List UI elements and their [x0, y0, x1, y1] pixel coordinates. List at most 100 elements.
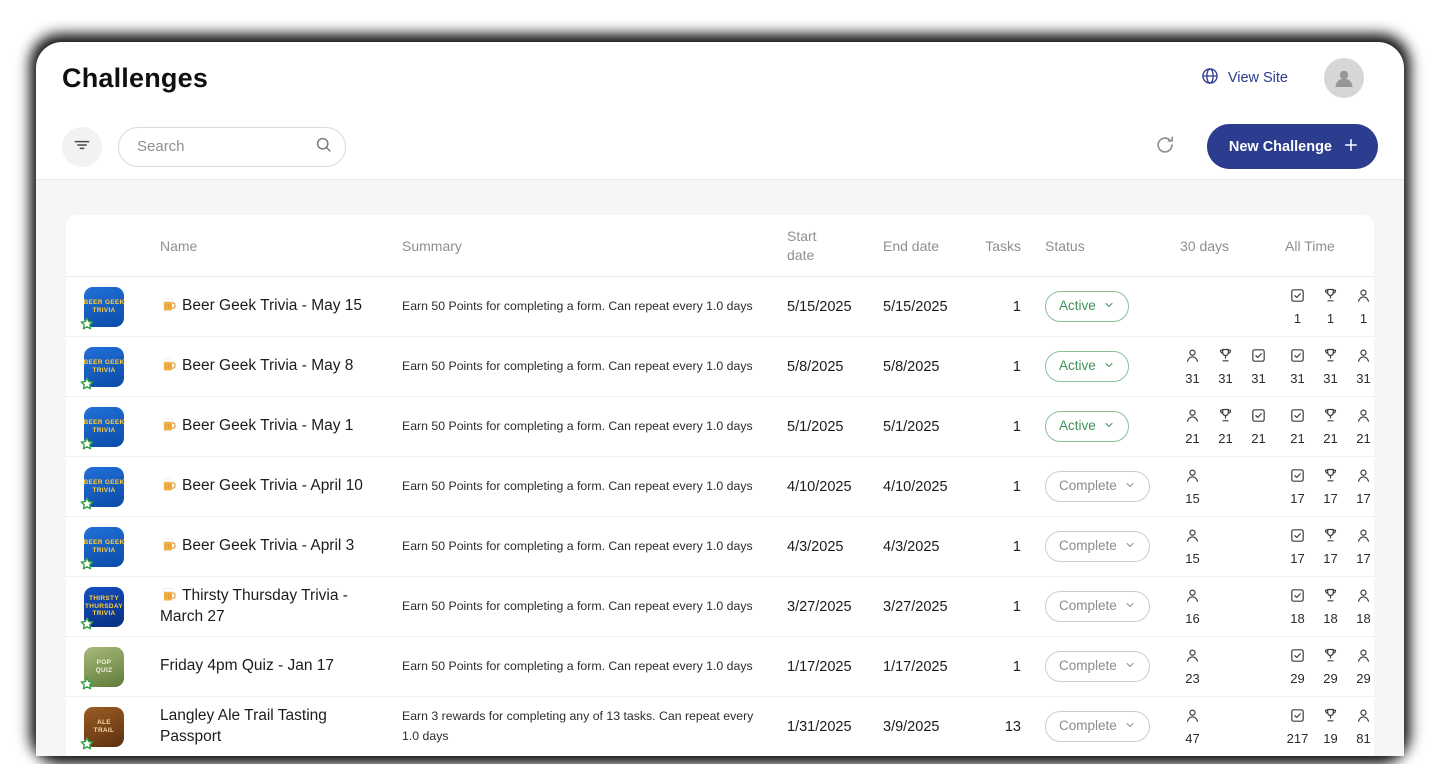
search-box[interactable]	[118, 126, 346, 167]
check-icon	[1289, 467, 1306, 489]
stat-value: 47	[1185, 731, 1200, 746]
chevron-down-icon	[1103, 299, 1115, 315]
stats-all-time: 217 19 81	[1285, 707, 1376, 746]
stat-person: 15	[1180, 527, 1205, 566]
challenge-name: Beer Geek Trivia - April 10	[160, 476, 402, 497]
person-icon	[1355, 527, 1372, 549]
stat-value: 21	[1218, 431, 1233, 446]
new-challenge-button[interactable]: New Challenge	[1206, 124, 1378, 169]
table-row[interactable]: ALE TRAIL Langley Ale Trail Tasting Passpo…	[66, 697, 1374, 756]
status-cell: Complete	[1045, 470, 1180, 503]
check-icon	[1289, 707, 1306, 729]
trophy-icon	[1322, 587, 1339, 609]
status-dropdown[interactable]: Active	[1045, 290, 1129, 323]
person-icon	[1355, 347, 1372, 369]
challenge-summary: Earn 3 rewards for completing any of 13 …	[402, 708, 754, 743]
start-date: 4/10/2025	[787, 478, 852, 495]
trophy-icon	[1217, 407, 1234, 429]
challenge-thumbnail: BEER GEEK TRIVIA	[80, 526, 124, 569]
stat-value: 31	[1185, 371, 1200, 386]
trophy-icon	[1322, 467, 1339, 489]
table-row[interactable]: BEER GEEK TRIVIA Beer Geek Trivia - April …	[66, 517, 1374, 577]
stat-value: 217	[1286, 731, 1309, 746]
challenge-thumbnail: BEER GEEK TRIVIA	[80, 286, 124, 329]
table-row[interactable]: BEER GEEK TRIVIA Beer Geek Trivia - May 1E…	[66, 397, 1374, 457]
star-badge-icon	[79, 376, 95, 392]
status-dropdown[interactable]: Complete	[1045, 650, 1150, 683]
check-icon	[1289, 287, 1306, 309]
search-input[interactable]	[135, 137, 306, 156]
trophy-icon	[1322, 287, 1339, 309]
stat-value: 21	[1356, 431, 1371, 446]
thumb-cell: BEER GEEK TRIVIA	[80, 526, 160, 569]
stat-value: 1	[1359, 311, 1368, 326]
stat-value: 18	[1356, 611, 1371, 626]
star-badge-icon	[79, 496, 95, 512]
header-actions: View Site	[1194, 58, 1364, 98]
tasks-count: 1	[1012, 538, 1021, 555]
star-badge-icon	[79, 556, 95, 572]
stat-person: 23	[1180, 647, 1205, 686]
table-row[interactable]: BEER GEEK TRIVIA Beer Geek Trivia - May 15…	[66, 277, 1374, 337]
status-dropdown[interactable]: Active	[1045, 410, 1129, 443]
stat-person: 47	[1180, 707, 1205, 746]
tasks-count: 1	[1012, 658, 1021, 675]
stat-person: 21	[1351, 407, 1376, 446]
person-icon	[1184, 527, 1201, 549]
chevron-down-icon	[1124, 539, 1136, 555]
stats-30-days: 16	[1180, 587, 1285, 626]
table-body: BEER GEEK TRIVIA Beer Geek Trivia - May 1 5…	[66, 277, 1374, 756]
thumb-cell: THIRSTY THURSDAY TRIVIA	[80, 586, 160, 629]
stat-trophy: 1	[1318, 287, 1343, 326]
stats-all-time: 18 18 18	[1285, 587, 1376, 626]
refresh-button[interactable]	[1145, 127, 1185, 167]
start-date: 5/15/2025	[787, 298, 852, 315]
stat-check: 21	[1285, 407, 1310, 446]
stat-value: 1	[1293, 311, 1302, 326]
stats-all-time: 17 17 17	[1285, 527, 1376, 566]
trophy-icon	[1217, 347, 1234, 369]
stat-value: 29	[1356, 671, 1371, 686]
stats-30-days: 15	[1180, 527, 1285, 566]
end-date: 4/3/2025	[883, 538, 940, 555]
stat-value: 17	[1290, 491, 1305, 506]
stat-check: 31	[1285, 347, 1310, 386]
status-dropdown[interactable]: Complete	[1045, 470, 1150, 503]
table-row[interactable]: Pop Quiz Friday 4pm Quiz - Jan 17 Earn 50 P…	[66, 637, 1374, 697]
stats-all-time: 21 21 21	[1285, 407, 1376, 446]
stat-person: 17	[1351, 467, 1376, 506]
thumb-cell: BEER GEEK TRIVIA	[80, 286, 160, 329]
tasks-count: 1	[1012, 418, 1021, 435]
status-dropdown[interactable]: Active	[1045, 350, 1129, 383]
stat-value: 23	[1185, 671, 1200, 686]
stats-all-time: 17 17 17	[1285, 467, 1376, 506]
status-dropdown[interactable]: Complete	[1045, 530, 1150, 563]
status-dropdown[interactable]: Complete	[1045, 590, 1150, 623]
end-date: 5/1/2025	[883, 418, 940, 435]
check-icon	[1250, 347, 1267, 369]
filter-button[interactable]	[62, 126, 102, 167]
status-dropdown[interactable]: Complete	[1045, 710, 1150, 743]
stat-value: 31	[1323, 371, 1338, 386]
stat-value: 31	[1290, 371, 1305, 386]
challenge-thumbnail: BEER GEEK TRIVIA	[80, 466, 124, 509]
status-label: Complete	[1059, 538, 1117, 554]
user-avatar[interactable]	[1324, 58, 1364, 98]
chevron-down-icon	[1103, 419, 1115, 435]
stat-trophy: 21	[1318, 407, 1343, 446]
person-icon	[1184, 407, 1201, 429]
challenge-name: Beer Geek Trivia - May 1	[160, 416, 402, 437]
status-cell: Complete	[1045, 530, 1180, 563]
view-site-link[interactable]: View Site	[1194, 65, 1294, 91]
thumb-cell: BEER GEEK TRIVIA	[80, 466, 160, 509]
person-icon	[1355, 407, 1372, 429]
table-row[interactable]: THIRSTY THURSDAY TRIVIA Thirsty Thursday Tr…	[66, 577, 1374, 637]
globe-icon	[1200, 66, 1220, 90]
status-label: Active	[1059, 418, 1096, 434]
page-title: Challenges	[62, 62, 209, 93]
table-row[interactable]: BEER GEEK TRIVIA Beer Geek Trivia - April …	[66, 457, 1374, 517]
table-row[interactable]: BEER GEEK TRIVIA Beer Geek Trivia - May 8E…	[66, 337, 1374, 397]
start-date: 5/1/2025	[787, 418, 844, 435]
stat-person: 17	[1351, 527, 1376, 566]
status-cell: Active	[1045, 350, 1180, 383]
